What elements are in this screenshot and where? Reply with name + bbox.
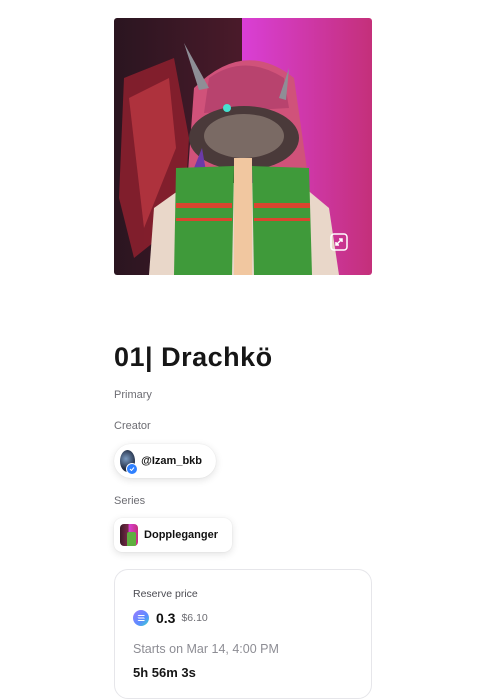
artwork-image[interactable] [114, 18, 372, 275]
creator-avatar [120, 450, 139, 475]
solana-icon [133, 610, 149, 626]
artwork-title: 01| Drachkö [114, 342, 273, 372]
series-name: Doppleganger [144, 529, 218, 541]
expand-button[interactable] [330, 233, 360, 263]
series-thumbnail [120, 524, 139, 546]
auction-start-time: Starts on Mar 14, 4:00 PM [133, 642, 279, 656]
series-chip[interactable]: Doppleganger [114, 518, 232, 552]
auction-countdown: 5h 56m 3s [133, 665, 196, 680]
verified-badge-icon [126, 463, 139, 475]
creator-chip[interactable]: @Izam_bkb [114, 444, 216, 478]
expand-icon [330, 233, 348, 251]
reserve-price-usd: $6.10 [181, 612, 208, 624]
reserve-price-label: Reserve price [133, 588, 198, 600]
reserve-price-value: 0.3 [156, 610, 176, 626]
creator-handle: @Izam_bkb [141, 455, 202, 467]
series-label: Series [114, 495, 146, 507]
sale-type-label: Primary [114, 389, 152, 401]
price-row: 0.3 $6.10 [133, 610, 208, 626]
creator-label: Creator [114, 420, 151, 432]
